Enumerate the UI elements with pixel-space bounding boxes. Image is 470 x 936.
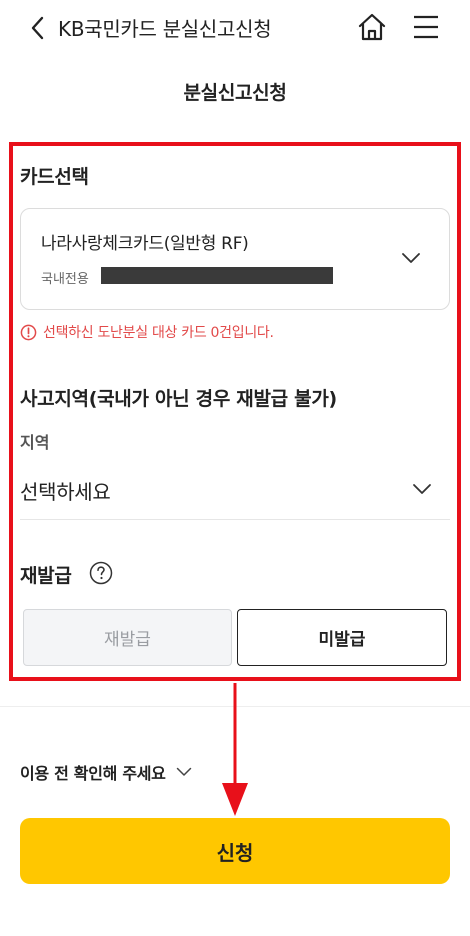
hamburger-menu-icon bbox=[414, 15, 438, 39]
annotation-arrow-icon bbox=[222, 683, 248, 816]
page-title: 분실신고신청 bbox=[183, 82, 287, 104]
region-selected-value: 선택하세요 bbox=[20, 480, 111, 504]
card-error-message: 선택하신 도난분실 대상 카드 0건입니다. bbox=[20, 322, 274, 342]
chevron-left-icon bbox=[31, 16, 44, 40]
reissue-section-label: 재발급 bbox=[20, 565, 72, 587]
card-domestic-label: 국내전용 bbox=[41, 272, 89, 287]
chevron-down-icon bbox=[413, 484, 431, 494]
notice-toggle[interactable]: 이용 전 확인해 주세요 bbox=[20, 760, 192, 784]
back-button[interactable] bbox=[26, 14, 52, 42]
notice-label: 이용 전 확인해 주세요 bbox=[20, 764, 166, 783]
help-button[interactable] bbox=[89, 561, 113, 585]
region-field-label: 지역 bbox=[20, 433, 50, 452]
no-reissue-option-button[interactable]: 미발급 bbox=[237, 609, 447, 666]
error-text: 선택하신 도난분실 대상 카드 0건입니다. bbox=[43, 325, 274, 341]
selected-card-name: 나라사랑체크카드(일반형 RF) bbox=[41, 234, 249, 254]
app-header: KB국민카드 분실신고신청 bbox=[0, 0, 470, 56]
chevron-down-icon bbox=[176, 767, 191, 776]
card-select-dropdown[interactable]: 나라사랑체크카드(일반형 RF) 국내전용 bbox=[20, 208, 450, 310]
alert-circle-icon bbox=[20, 324, 37, 340]
home-icon bbox=[358, 13, 386, 41]
card-section-label: 카드선택 bbox=[20, 166, 89, 188]
submit-button[interactable]: 신청 bbox=[20, 818, 450, 884]
region-section-label: 사고지역(국내가 아닌 경우 재발급 불가) bbox=[20, 388, 337, 410]
region-select-dropdown[interactable]: 선택하세요 bbox=[20, 472, 450, 520]
header-title: KB국민카드 분실신고신청 bbox=[58, 17, 272, 41]
chevron-down-icon bbox=[402, 253, 420, 263]
home-button[interactable] bbox=[356, 11, 388, 43]
card-number-redacted bbox=[101, 267, 333, 284]
question-circle-icon bbox=[89, 561, 113, 585]
reissue-option-button[interactable]: 재발급 bbox=[23, 609, 232, 666]
menu-button[interactable] bbox=[412, 13, 440, 41]
